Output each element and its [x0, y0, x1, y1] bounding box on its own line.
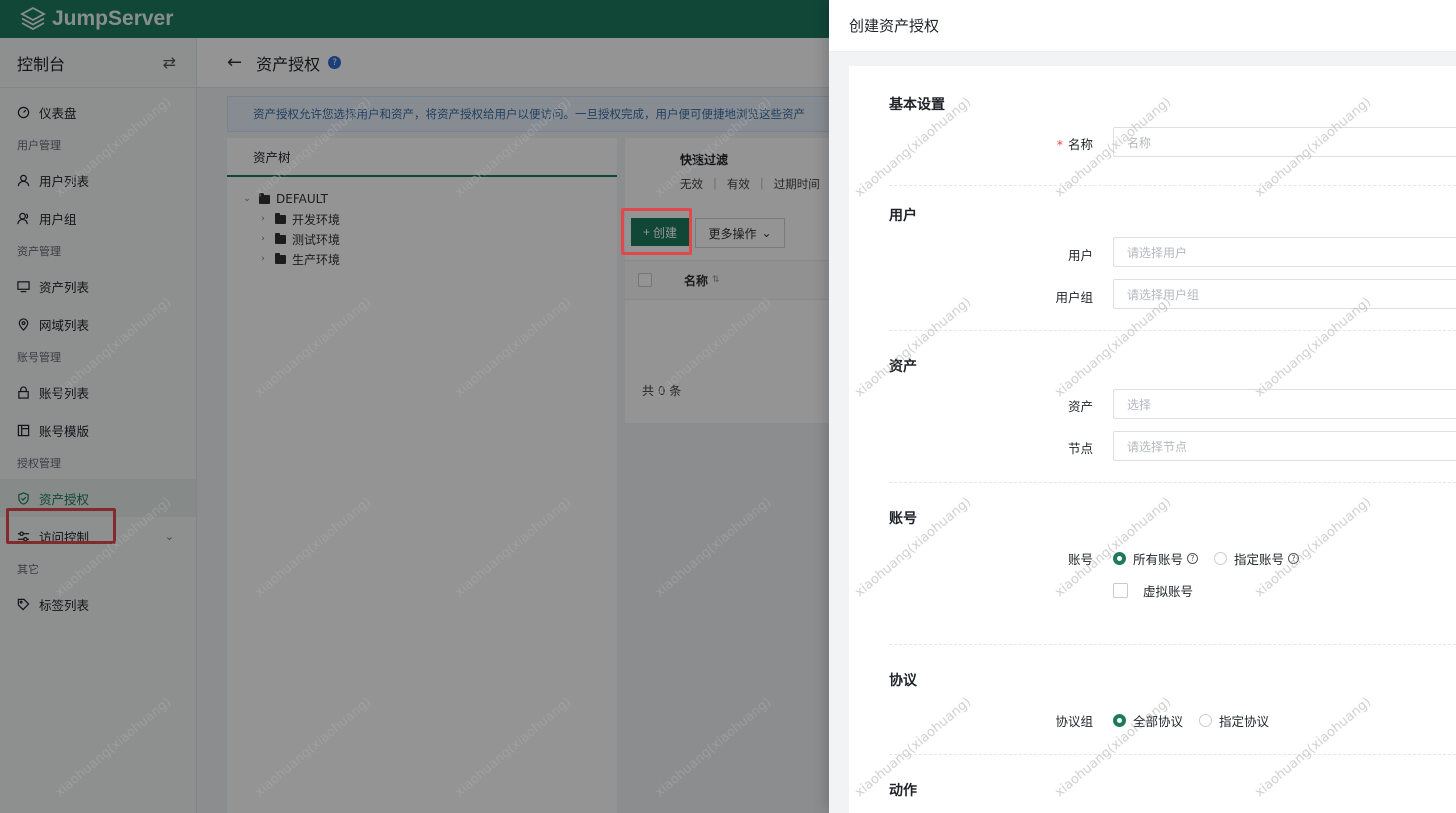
account-label: 账号 — [1067, 552, 1093, 567]
radio-specify-accounts[interactable] — [1214, 552, 1228, 565]
virtual-account-label[interactable]: 虚拟账号 — [1143, 581, 1193, 600]
name-label: * 名称 — [889, 134, 1093, 153]
radio-all-protocols[interactable] — [1113, 714, 1126, 727]
radio-specify-accounts-label[interactable]: 指定账号 — [1234, 549, 1284, 568]
required-mark: * — [1056, 137, 1063, 152]
section-title-action: 动作 — [889, 783, 917, 799]
section-basic: 基本设置 * 名称 名称 — [889, 66, 1456, 176]
virtual-account-checkbox[interactable] — [1113, 583, 1128, 598]
section-title-asset: 资产 — [889, 359, 917, 375]
radio-specify-protocols-label[interactable]: 指定协议 — [1219, 711, 1269, 730]
asset-select[interactable]: 选择 — [1113, 389, 1456, 419]
section-title-basic: 基本设置 — [889, 97, 945, 113]
drawer-title: 创建资产授权 — [829, 0, 1456, 52]
usergroup-label: 用户组 — [1055, 290, 1093, 305]
help-icon[interactable]: ? — [1187, 553, 1199, 564]
section-title-protocol: 协议 — [889, 673, 917, 689]
section-action: 动作 — [889, 754, 1456, 813]
account-radio-group: 所有账号 ? 指定账号 ? — [1113, 549, 1300, 568]
radio-all-protocols-label[interactable]: 全部协议 — [1133, 711, 1183, 730]
node-label: 节点 — [1067, 441, 1093, 456]
name-input[interactable]: 名称 — [1113, 127, 1456, 157]
section-user: 用户 用户 请选择用户 用户组 请选择用户组 — [889, 185, 1456, 330]
section-protocol: 协议 协议组 全部协议 指定协议 — [889, 644, 1456, 754]
section-account: 账号 账号 所有账号 ? 指定账号 ? 虚拟账号 — [889, 482, 1456, 644]
radio-all-accounts[interactable] — [1113, 552, 1126, 565]
radio-all-accounts-label[interactable]: 所有账号 — [1133, 549, 1183, 568]
section-asset: 资产 资产 选择 节点 请选择节点 — [889, 330, 1456, 482]
asset-label: 资产 — [1067, 399, 1093, 414]
modal-overlay[interactable] — [0, 0, 829, 813]
usergroup-select[interactable]: 请选择用户组 — [1113, 279, 1456, 309]
user-label: 用户 — [1067, 248, 1093, 263]
section-title-user: 用户 — [889, 208, 917, 224]
name-label-text: 名称 — [1067, 137, 1093, 152]
create-permission-drawer: 创建资产授权 基本设置 * 名称 名称 用户 用户 请选择用户 用户组 请选择用户… — [829, 0, 1456, 813]
protocol-label: 协议组 — [1055, 714, 1093, 729]
radio-specify-protocols[interactable] — [1199, 714, 1213, 727]
section-title-account: 账号 — [889, 511, 917, 527]
protocol-radio-group: 全部协议 指定协议 — [1113, 711, 1269, 730]
node-select[interactable]: 请选择节点 — [1113, 431, 1456, 461]
help-icon[interactable]: ? — [1288, 553, 1300, 564]
permission-form: 基本设置 * 名称 名称 用户 用户 请选择用户 用户组 请选择用户组 资产 资产… — [849, 66, 1456, 813]
user-select[interactable]: 请选择用户 — [1113, 237, 1456, 267]
virtual-account-row: 虚拟账号 — [1113, 581, 1193, 600]
